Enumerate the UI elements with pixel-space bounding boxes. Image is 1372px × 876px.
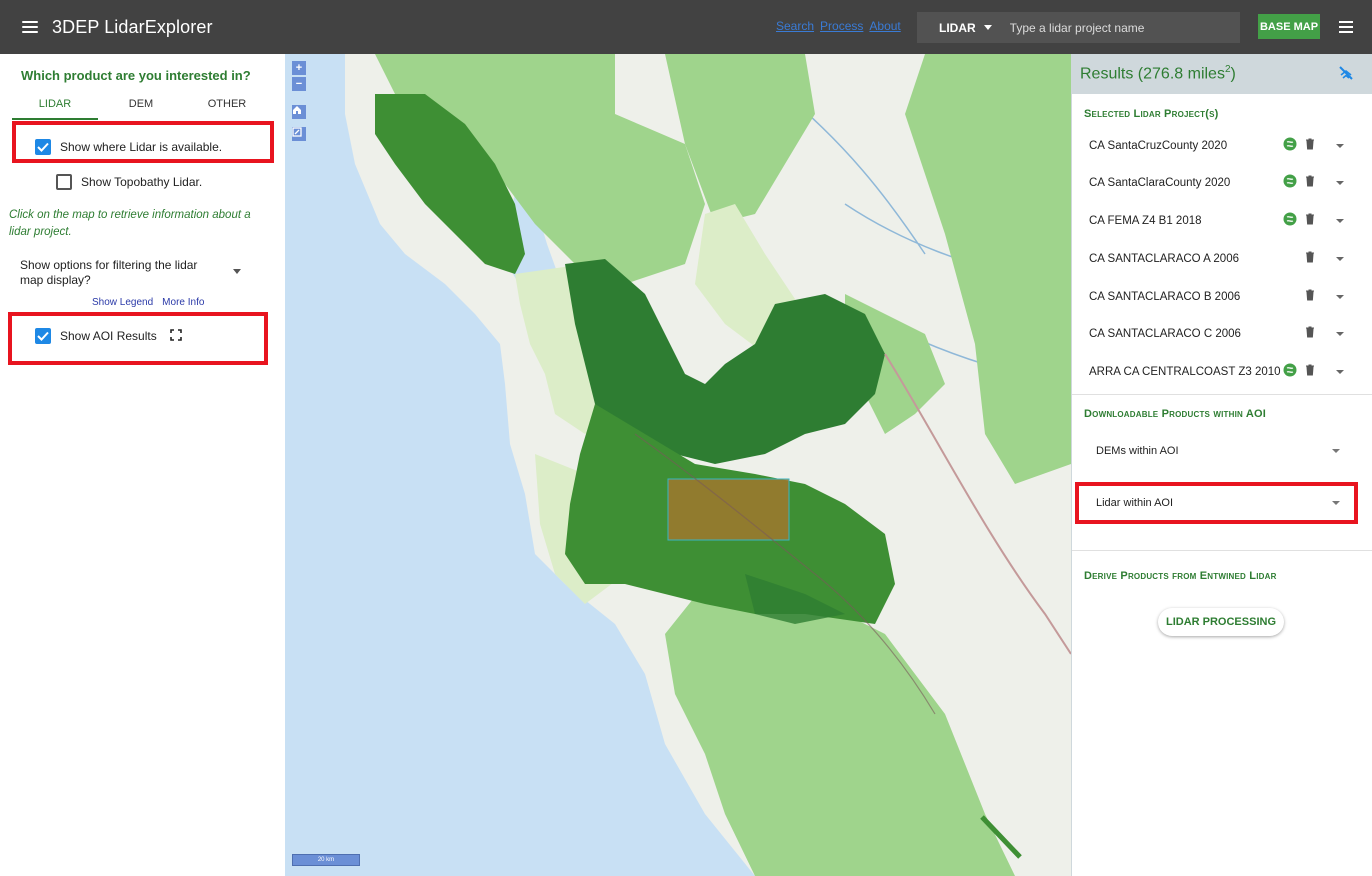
base-map-button[interactable]: BASE MAP	[1258, 14, 1320, 39]
legend-links: Show Legend More Info	[92, 297, 204, 308]
top-nav-links: Search Process About	[776, 19, 901, 33]
trash-icon[interactable]	[1305, 250, 1315, 268]
trash-icon[interactable]	[1305, 212, 1315, 230]
trash-icon[interactable]	[1305, 137, 1315, 155]
search-link[interactable]: Search	[776, 19, 814, 33]
chevron-down-icon[interactable]	[1336, 332, 1344, 336]
show-lidar-label: Show where Lidar is available.	[60, 140, 223, 154]
left-panel: Which product are you interested in? LID…	[0, 54, 285, 876]
project-row[interactable]: CA SANTACLARACO B 2006	[1072, 279, 1372, 315]
hamburger-menu-icon[interactable]	[22, 21, 38, 33]
search-input[interactable]	[1009, 20, 1230, 35]
results-title: Results (276.8 miles2)	[1080, 64, 1236, 83]
process-link[interactable]: Process	[820, 19, 863, 33]
show-legend-link[interactable]: Show Legend	[92, 297, 153, 308]
home-icon[interactable]	[292, 105, 306, 119]
zoom-in-button[interactable]: +	[292, 61, 306, 75]
tab-other[interactable]: OTHER	[184, 96, 270, 120]
map-canvas[interactable]	[285, 54, 1071, 876]
divider	[1072, 394, 1372, 395]
top-app-bar: 3DEP LidarExplorer Search Process About …	[0, 0, 1372, 54]
trash-icon[interactable]	[1305, 174, 1315, 192]
chevron-down-icon[interactable]	[1336, 144, 1344, 148]
map-scale-bar: 20 km	[292, 854, 360, 866]
zoom-out-button[interactable]: −	[292, 77, 306, 91]
project-row[interactable]: CA SANTACLARACO A 2006	[1072, 241, 1372, 277]
trash-icon[interactable]	[1305, 325, 1315, 343]
globe-icon[interactable]	[1283, 174, 1297, 193]
results-panel: Results (276.8 miles2) Selected Lidar Pr…	[1071, 54, 1372, 876]
map-click-hint: Click on the map to retrieve information…	[9, 209, 251, 238]
tab-dem[interactable]: DEM	[98, 96, 184, 120]
trash-icon[interactable]	[1305, 288, 1315, 306]
chevron-down-icon[interactable]	[1336, 181, 1344, 185]
chevron-down-icon	[1332, 449, 1340, 453]
chevron-down-icon[interactable]	[233, 269, 241, 274]
hide-results-icon[interactable]	[1338, 66, 1354, 85]
show-topobathy-checkbox[interactable]	[56, 174, 72, 190]
lidar-processing-button[interactable]: LIDAR PROCESSING	[1158, 608, 1284, 636]
settings-menu-icon[interactable]	[1339, 21, 1353, 33]
fullscreen-icon[interactable]	[169, 328, 182, 344]
show-topobathy-row: Show Topobathy Lidar.	[56, 174, 202, 190]
show-topobathy-label: Show Topobathy Lidar.	[81, 175, 203, 189]
project-row[interactable]: CA FEMA Z4 B1 2018	[1072, 203, 1372, 239]
show-lidar-checkbox[interactable]	[35, 139, 51, 155]
lidar-within-aoi-select[interactable]: Lidar within AOI	[1075, 485, 1357, 521]
show-aoi-row: Show AOI Results	[35, 328, 182, 344]
show-aoi-label: Show AOI Results	[60, 329, 157, 343]
project-row[interactable]: CA SantaClaraCounty 2020	[1072, 165, 1372, 201]
globe-icon[interactable]	[1283, 212, 1297, 231]
chevron-down-icon[interactable]	[1336, 295, 1344, 299]
downloadable-products-heading: Downloadable Products within AOI	[1084, 408, 1266, 420]
search-type-label: LIDAR	[939, 20, 976, 35]
search-type-select[interactable]: LIDAR	[939, 21, 992, 35]
chevron-down-icon[interactable]	[1336, 219, 1344, 223]
dems-within-aoi-select[interactable]: DEMs within AOI	[1075, 433, 1357, 469]
project-row[interactable]: CA SantaCruzCounty 2020	[1072, 128, 1372, 164]
filter-options-text[interactable]: Show options for filtering the lidar map…	[20, 258, 200, 288]
product-question: Which product are you interested in?	[21, 68, 251, 83]
project-row[interactable]: ARRA CA CENTRALCOAST Z3 2010	[1072, 354, 1372, 390]
chevron-down-icon	[983, 25, 992, 30]
extent-icon[interactable]	[292, 127, 306, 141]
selected-projects-heading: Selected Lidar Project(s)	[1084, 108, 1219, 120]
chevron-down-icon[interactable]	[1336, 370, 1344, 374]
map-view[interactable]: + − 20 km	[285, 54, 1071, 876]
globe-icon[interactable]	[1283, 137, 1297, 156]
project-search-box: LIDAR	[917, 12, 1240, 43]
trash-icon[interactable]	[1305, 363, 1315, 381]
chevron-down-icon	[1332, 501, 1340, 505]
results-header: Results (276.8 miles2)	[1072, 54, 1372, 94]
divider	[1072, 550, 1372, 551]
about-link[interactable]: About	[869, 19, 900, 33]
project-row[interactable]: CA SANTACLARACO C 2006	[1072, 316, 1372, 352]
show-lidar-row: Show where Lidar is available.	[35, 139, 222, 155]
product-tabs: LIDAR DEM OTHER	[12, 96, 270, 120]
tab-lidar[interactable]: LIDAR	[12, 96, 98, 120]
more-info-link[interactable]: More Info	[162, 297, 204, 308]
derive-products-heading: Derive Products from Entwined Lidar	[1084, 570, 1277, 582]
show-aoi-checkbox[interactable]	[35, 328, 51, 344]
chevron-down-icon[interactable]	[1336, 257, 1344, 261]
app-title: 3DEP LidarExplorer	[52, 16, 213, 37]
globe-icon[interactable]	[1283, 363, 1297, 382]
